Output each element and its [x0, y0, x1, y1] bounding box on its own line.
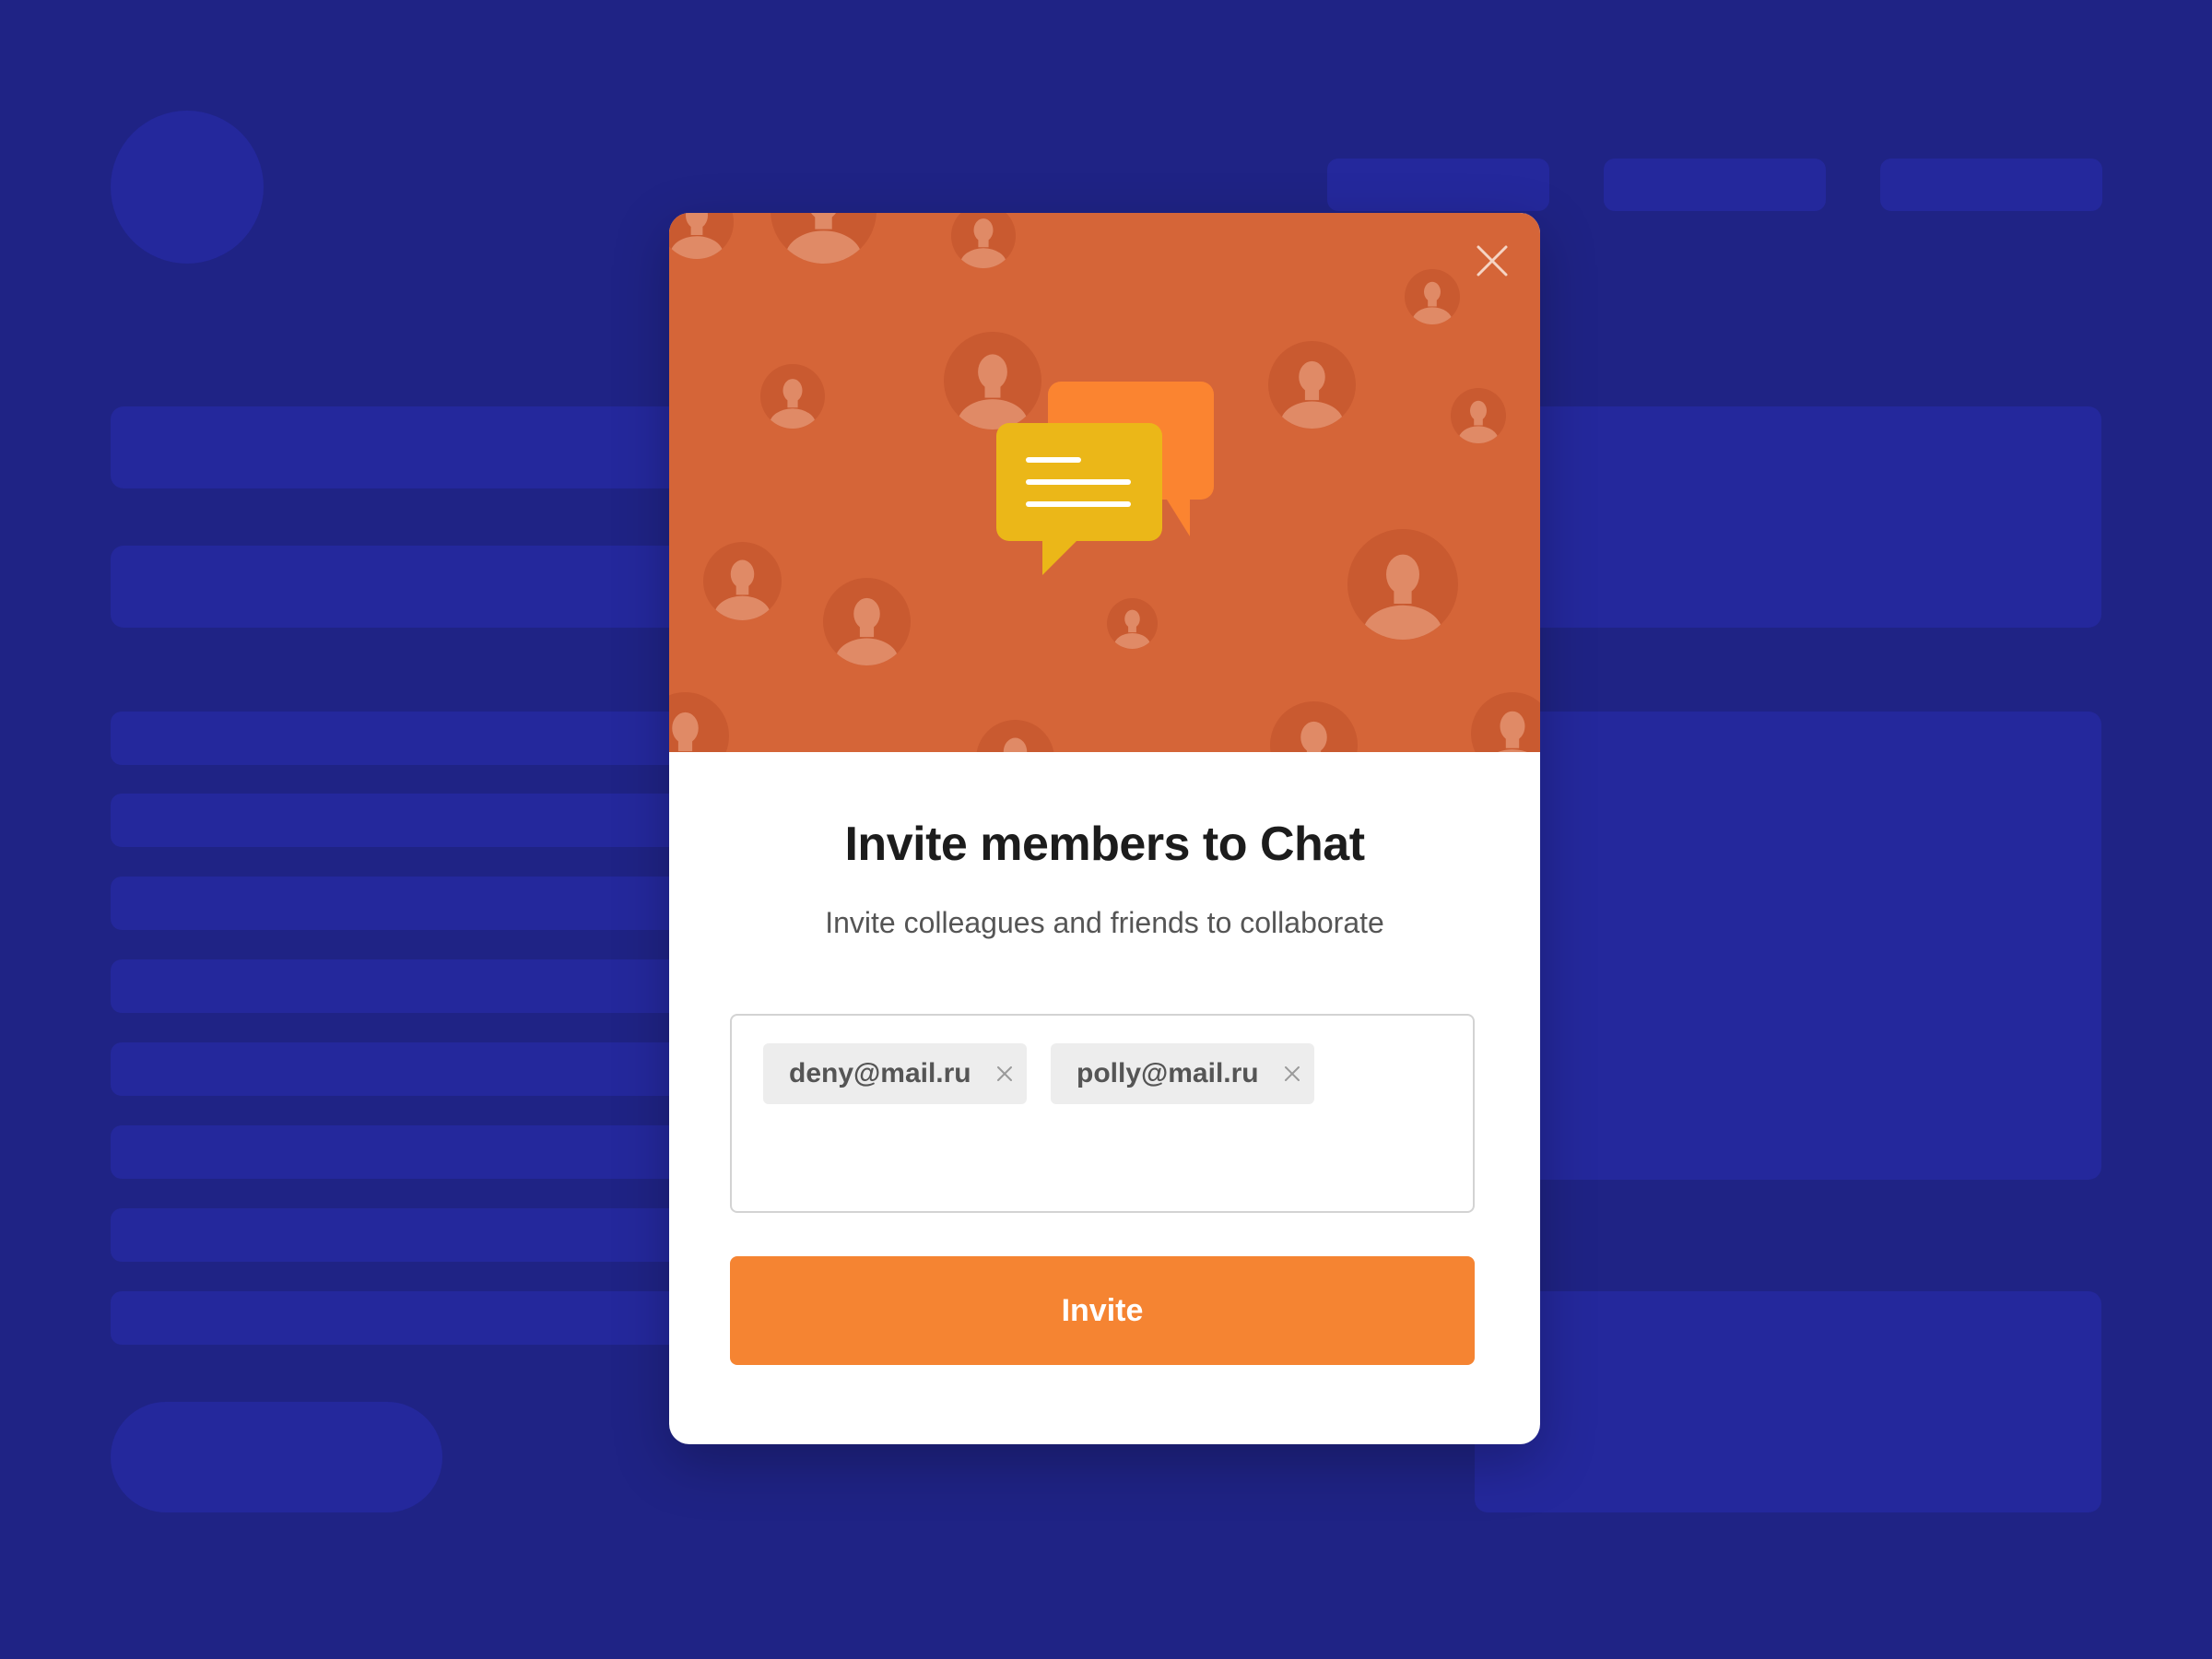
remove-email-button[interactable]	[1283, 1061, 1301, 1087]
close-icon	[1477, 245, 1508, 276]
modal-hero	[669, 213, 1540, 752]
chat-bubbles-icon	[996, 382, 1214, 575]
email-chip: polly@mail.ru	[1051, 1043, 1314, 1104]
email-chip-label: polly@mail.ru	[1077, 1058, 1259, 1088]
remove-icon	[1284, 1066, 1300, 1081]
invite-button[interactable]: Invite	[730, 1256, 1475, 1365]
email-chip: deny@mail.ru	[763, 1043, 1027, 1104]
remove-icon	[996, 1066, 1012, 1081]
email-input[interactable]: deny@mail.ru polly@mail.ru	[730, 1014, 1475, 1213]
modal-overlay: Invite members to Chat Invite colleagues…	[0, 0, 2212, 1659]
modal-title: Invite members to Chat	[844, 818, 1365, 871]
modal-subtitle: Invite colleagues and friends to collabo…	[825, 906, 1384, 939]
email-chip-label: deny@mail.ru	[789, 1058, 971, 1088]
close-button[interactable]	[1465, 233, 1520, 288]
invite-modal: Invite members to Chat Invite colleagues…	[669, 213, 1540, 1444]
remove-email-button[interactable]	[995, 1061, 1014, 1087]
